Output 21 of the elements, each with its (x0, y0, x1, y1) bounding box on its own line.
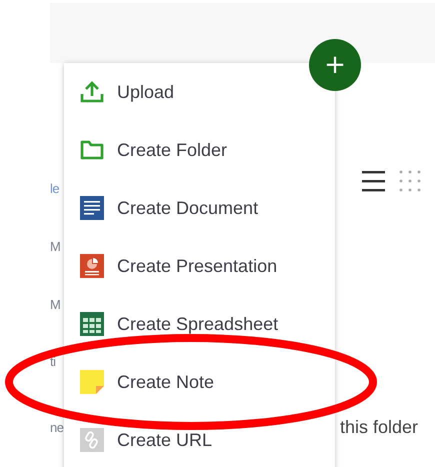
file-name-text: ne (50, 419, 64, 437)
menu-item[interactable]: Create URL (64, 411, 228, 467)
empty-folder-text: this folder (340, 417, 419, 438)
presentation-icon (80, 254, 104, 278)
upload-icon (80, 81, 104, 103)
file-name-text: M (50, 296, 62, 314)
file-name-text: le (50, 180, 60, 198)
list-view-icon[interactable] (362, 170, 385, 192)
document-icon (80, 196, 104, 220)
menu-item[interactable]: Create Spreadsheet (64, 295, 294, 353)
folder-icon (80, 140, 104, 160)
menu-item[interactable]: Create Presentation (64, 237, 294, 295)
file-name-text: M (50, 238, 62, 256)
menu-item[interactable]: Create Folder (64, 121, 244, 179)
link-icon (80, 428, 104, 452)
sticky-note-icon (80, 370, 104, 394)
spreadsheet-icon (80, 312, 104, 336)
menu-item[interactable]: Create Document (64, 179, 274, 237)
file-name-text: ti (50, 353, 56, 371)
menu-item[interactable]: Upload (64, 63, 190, 121)
menu-item[interactable]: Create Note (64, 353, 230, 411)
